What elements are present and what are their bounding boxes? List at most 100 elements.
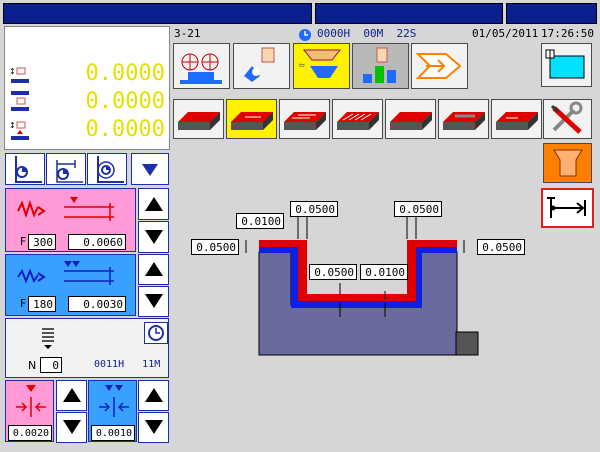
crosshair-width-icon: [56, 160, 83, 183]
rough-feed-input[interactable]: 300: [28, 234, 56, 250]
wheel-shape-button[interactable]: [543, 143, 592, 183]
stop-position-icon: [547, 197, 586, 218]
enter-arrow-icon: [415, 53, 462, 79]
time: 17:26:50: [541, 27, 594, 40]
screen-icon: [545, 49, 585, 79]
crosshair-center-icon: [97, 156, 124, 183]
spring-icon: [42, 328, 54, 349]
wheel-profile-3-icon: [284, 112, 326, 130]
fine-feed-input[interactable]: 180: [28, 296, 56, 312]
rough-depth-input[interactable]: 0.0060: [68, 234, 126, 250]
dim-top-right[interactable]: 0.0500: [394, 201, 442, 217]
tools-settings-button[interactable]: [543, 99, 592, 139]
dim-top-left-a[interactable]: 0.0100: [236, 213, 284, 229]
surface-grind-icon: [180, 53, 222, 84]
profile-4-button[interactable]: [332, 99, 383, 139]
date: 01/05/2011: [472, 27, 539, 40]
triangle-down-icon: [145, 420, 163, 434]
step1-input[interactable]: 0.0020: [8, 425, 52, 441]
dim-top-left-b[interactable]: 0.0500: [290, 201, 338, 217]
fine-down-button[interactable]: [138, 286, 169, 317]
step2-icon: [99, 385, 129, 417]
triangle-up-icon: [145, 197, 163, 211]
step2-up-button[interactable]: [138, 380, 169, 411]
screen-select-button[interactable]: [541, 43, 592, 87]
dim-left-side[interactable]: 0.0500: [191, 239, 239, 255]
step2-input[interactable]: 0.0010: [91, 425, 135, 441]
rough-up-button[interactable]: [138, 188, 169, 220]
spark-count-input[interactable]: 0: [40, 357, 62, 373]
rough-feed-label: F: [20, 235, 27, 248]
spark-time-minutes: 11M: [142, 359, 161, 370]
face-grind-icon: [244, 47, 275, 82]
stop-position-button[interactable]: [541, 188, 594, 228]
axis3-icon: ↕: [9, 119, 31, 141]
spark-time: 0011H 11M: [94, 359, 160, 370]
wheel-profile-1-icon: [178, 112, 220, 130]
mode-face-grind-button[interactable]: [233, 43, 290, 89]
elapsed-minutes: 00: [363, 27, 377, 40]
triangle-up-icon: [63, 388, 81, 402]
axis3-readout: 0.0000: [85, 117, 165, 142]
home-position-button[interactable]: [5, 153, 45, 185]
spark-time-hours: 0011H: [94, 359, 125, 370]
mode-program-button[interactable]: [352, 43, 409, 89]
axis2-icon: [9, 91, 31, 113]
center-position-button[interactable]: [87, 153, 127, 185]
profile-5-button[interactable]: [385, 99, 436, 139]
triangle-up-icon: [145, 262, 163, 276]
step2-down-button[interactable]: [138, 412, 169, 443]
wheel-profile-7-icon: [496, 112, 538, 130]
fine-cut-panel: F 180 0.0030: [5, 254, 136, 316]
clock-icon: [148, 325, 164, 341]
dim-middle-b[interactable]: 0.0100: [360, 264, 408, 280]
position-readout-panel: ↕ ↕ 0.0000 0.0000 0.0000: [4, 26, 170, 150]
profile-2-button[interactable]: [226, 99, 277, 139]
step1-down-button[interactable]: [56, 412, 87, 443]
fine-up-button[interactable]: [138, 254, 169, 285]
enter-button[interactable]: [411, 43, 468, 89]
step1-up-button[interactable]: [56, 380, 87, 411]
step1-panel: 0.0020: [5, 380, 54, 442]
step2-panel: 0.0010: [88, 380, 137, 442]
axis1-readout: 0.0000: [85, 61, 165, 86]
dim-middle-a[interactable]: 0.0500: [309, 264, 357, 280]
triangle-down-icon: [145, 294, 163, 308]
triangle-down-icon: [63, 420, 81, 434]
rough-down-button[interactable]: [138, 221, 169, 253]
step1-icon: [16, 385, 46, 417]
wrench-screwdriver-icon: [550, 101, 583, 134]
timer-button[interactable]: [144, 322, 168, 344]
spark-out-panel: N 0 0011H 11M: [5, 318, 169, 378]
profile-6-button[interactable]: [438, 99, 489, 139]
spark-count-label: N: [28, 359, 37, 372]
screen-id: 3-21: [174, 27, 201, 40]
profile-7-button[interactable]: [491, 99, 542, 139]
mode-surface-grind-button[interactable]: [173, 43, 230, 89]
crosshair-corner-icon: [15, 156, 42, 183]
triangle-down-icon: [142, 164, 158, 176]
axis2-readout: 0.0000: [85, 89, 165, 114]
width-position-button[interactable]: [46, 153, 86, 185]
rough-cut-panel: F 300 0.0060: [5, 188, 136, 252]
wheel-profile-4-icon: [337, 112, 379, 130]
triangle-down-icon: [145, 230, 163, 244]
minutes-unit: M: [376, 27, 384, 40]
elapsed-seconds: 22: [396, 27, 410, 40]
svg-text:↕: ↕: [9, 67, 16, 76]
wheel-profile-5-icon: [390, 112, 432, 130]
rough-cut-icon: [17, 197, 114, 221]
wheel-profile-6-icon: [443, 112, 485, 130]
elapsed-time: 0000H 00M 22S: [317, 27, 416, 40]
dim-right-side[interactable]: 0.0500: [477, 239, 525, 255]
dropdown-button[interactable]: [131, 153, 169, 185]
clock-icon: [298, 27, 312, 41]
fine-depth-input[interactable]: 0.0030: [68, 296, 126, 312]
program-icon: [363, 47, 396, 83]
fine-feed-label: F: [20, 297, 27, 310]
profile-1-button[interactable]: [173, 99, 224, 139]
profile-3-button[interactable]: [279, 99, 330, 139]
mode-dress-button[interactable]: ≈: [293, 43, 350, 89]
axis1-icon: ↕: [9, 65, 31, 85]
workpiece-diagram: [245, 206, 479, 356]
